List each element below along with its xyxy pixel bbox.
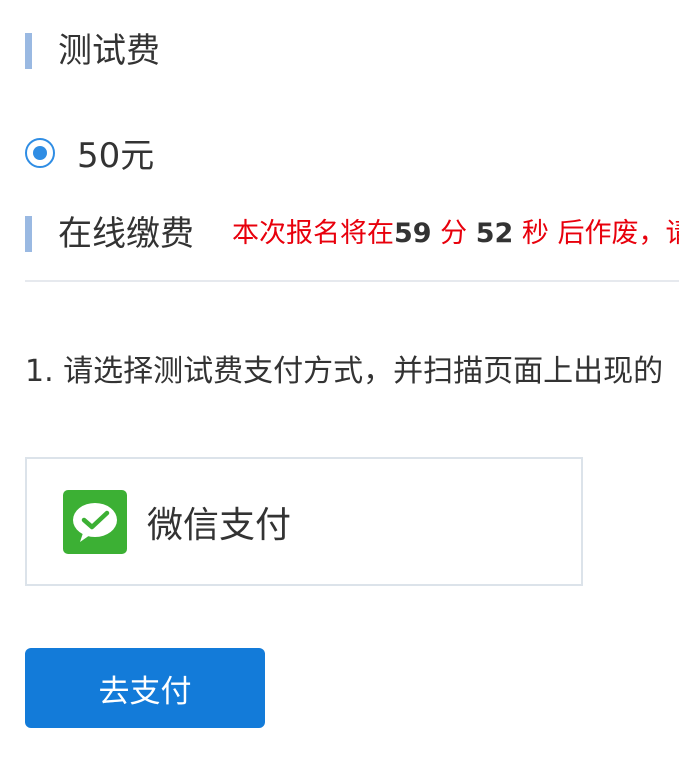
fee-section-header: 测试费 bbox=[25, 33, 160, 69]
section-accent-bar bbox=[25, 33, 32, 69]
online-payment-title: 在线缴费 bbox=[58, 214, 194, 254]
radio-dot bbox=[33, 145, 47, 160]
fee-option-50[interactable]: 50元 bbox=[25, 128, 154, 177]
countdown-prefix: 本次报名将在 bbox=[232, 218, 394, 249]
payment-page: 测试费 50元 在线缴费 本次报名将在59 分 52 秒 后作废，请 1. 请选… bbox=[0, 0, 679, 764]
countdown-minutes-unit: 分 bbox=[431, 218, 476, 249]
section-accent-bar bbox=[25, 216, 32, 252]
divider bbox=[25, 280, 679, 282]
countdown-seconds: 52 bbox=[475, 218, 514, 249]
fee-option-label: 50元 bbox=[77, 136, 155, 176]
pay-button[interactable]: 去支付 bbox=[25, 648, 265, 728]
wechat-pay-icon bbox=[63, 489, 127, 554]
wechat-pay-label: 微信支付 bbox=[147, 504, 292, 546]
countdown-minutes: 59 bbox=[394, 218, 432, 249]
fee-section-title: 测试费 bbox=[58, 31, 160, 71]
radio-selected-icon[interactable] bbox=[25, 137, 55, 168]
payment-instruction: 1. 请选择测试费支付方式，并扫描页面上出现的 bbox=[25, 354, 664, 389]
countdown-warning: 本次报名将在59 分 52 秒 后作废，请 bbox=[232, 216, 679, 252]
wechat-pay-option[interactable]: 微信支付 bbox=[25, 457, 583, 586]
online-payment-header: 在线缴费 bbox=[25, 216, 194, 252]
countdown-seconds-unit: 秒 后作废，请 bbox=[513, 218, 679, 249]
